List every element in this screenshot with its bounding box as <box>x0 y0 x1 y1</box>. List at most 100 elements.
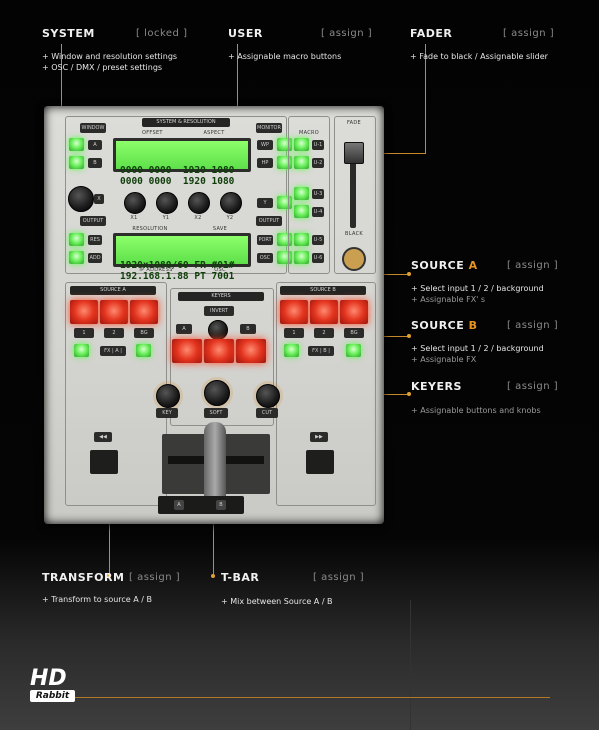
knob-y2[interactable] <box>220 192 242 214</box>
knob-y1[interactable] <box>156 192 178 214</box>
indicator-a: A <box>174 500 184 510</box>
tbar-handle[interactable] <box>204 422 226 506</box>
macro-label: MACRO <box>298 130 320 136</box>
knob-x1[interactable] <box>124 192 146 214</box>
source-b-label-1: 1 <box>284 328 304 338</box>
select-knob[interactable] <box>68 186 94 212</box>
keyer-button-3[interactable] <box>236 339 266 363</box>
lcd-display-top: 0000 0000 1920 1080 0000 0000 1920 1080 <box>113 138 251 187</box>
transform-tag: [ assign ] <box>129 572 181 583</box>
monitor-button[interactable]: MONITOR <box>256 123 282 133</box>
tbar-title: T-BAR <box>221 571 260 584</box>
source-b-fx-button-right[interactable] <box>346 344 361 357</box>
aspect-label: ASPECT <box>203 130 225 136</box>
invert-button[interactable]: INVERT <box>204 306 234 316</box>
macro-button-3[interactable] <box>294 187 309 200</box>
user-desc: + Assignable macro buttons <box>228 52 342 61</box>
macro-button-2[interactable] <box>294 156 309 169</box>
source-b-fx-button-left[interactable] <box>284 344 299 357</box>
knob-label-x2: X2 <box>194 215 202 221</box>
window-button[interactable]: WINDOW <box>80 123 106 133</box>
button-wp-label: WP <box>257 140 273 150</box>
keyers-label-a: A <box>176 324 192 334</box>
keyers-label-b: B <box>240 324 256 334</box>
keyers-tag: [ assign ] <box>507 381 559 392</box>
source-a-input-2[interactable] <box>100 300 128 324</box>
source-b-input-bg[interactable] <box>340 300 368 324</box>
system-header: SYSTEM & RESOLUTION <box>142 118 230 127</box>
knob-x2[interactable] <box>188 192 210 214</box>
output-button[interactable]: OUTPUT <box>80 216 106 226</box>
keyer-button-1[interactable] <box>172 339 202 363</box>
user-tag: [ assign ] <box>321 28 373 39</box>
ip-address-label: IP ADDRESS <box>139 267 173 273</box>
system-tag: [ locked ] <box>136 28 188 39</box>
button-add-label: ADD <box>88 253 102 263</box>
source-b-input-2[interactable] <box>310 300 338 324</box>
tbar-tag: [ assign ] <box>313 572 365 583</box>
source-b-fx-label: FX | B | <box>308 346 334 356</box>
macro-button-1[interactable] <box>294 138 309 151</box>
macro-label-2: U-2 <box>312 158 324 168</box>
save-label: SAVE <box>212 226 228 232</box>
button-y-label: Y <box>257 198 273 208</box>
soft-knob-label: SOFT <box>204 408 228 418</box>
source-b-label-bg: BG <box>344 328 364 338</box>
source-a-fx-label: FX | A | <box>100 346 126 356</box>
button-res-label: RES <box>88 235 102 245</box>
source-b-title: SOURCE B <box>411 319 478 332</box>
output-button-right[interactable]: OUTPUT <box>256 216 282 226</box>
macro-button-4[interactable] <box>294 205 309 218</box>
source-a-fx-button-left[interactable] <box>74 344 89 357</box>
osc-label: OSC <box>214 267 226 273</box>
source-a-input-bg[interactable] <box>130 300 158 324</box>
button-hp-label: HP <box>257 158 273 168</box>
logo-hd: HD <box>30 666 67 691</box>
fader-title: FADER <box>410 27 453 40</box>
source-b-desc: + Select input 1 / 2 / background + Assig… <box>411 344 544 364</box>
key-knob-label: KEY <box>156 408 178 418</box>
keyer-button-2[interactable] <box>204 339 234 363</box>
transform-a-icon[interactable]: ◀◀ <box>94 432 112 442</box>
cut-knob-label: CUT <box>256 408 278 418</box>
source-a-fx-button-right[interactable] <box>136 344 151 357</box>
system-title: SYSTEM <box>42 27 95 40</box>
indicator-b: B <box>216 500 226 510</box>
source-b-tag: [ assign ] <box>507 320 559 331</box>
key-knob[interactable] <box>156 384 180 408</box>
fader-handle[interactable] <box>344 142 364 164</box>
hd-rabbit-badge-icon <box>342 247 366 271</box>
macro-button-5[interactable] <box>294 233 309 246</box>
button-add[interactable] <box>69 251 84 264</box>
source-a-label-bg: BG <box>134 328 154 338</box>
keyers-desc: + Assignable buttons and knobs <box>411 406 541 415</box>
keyers-title: KEYERS <box>411 380 462 393</box>
fader-desc: + Fade to black / Assignable slider <box>410 52 548 61</box>
source-a-desc: + Select input 1 / 2 / background + Assig… <box>411 284 544 304</box>
controller-device: SYSTEM & RESOLUTION WINDOW MONITOR OFFSE… <box>44 106 384 524</box>
source-b-input-1[interactable] <box>280 300 308 324</box>
macro-label-1: U-1 <box>312 140 324 150</box>
keyers-label: KEYERS <box>178 292 264 301</box>
button-res[interactable] <box>69 233 84 246</box>
macro-label-6: U-6 <box>312 253 324 263</box>
source-b-label-2: 2 <box>314 328 334 338</box>
button-a[interactable] <box>69 138 84 151</box>
keyers-select-knob[interactable] <box>208 320 228 340</box>
user-title: USER <box>228 27 263 40</box>
button-b-label: B <box>88 158 102 168</box>
knob-label-y1: Y1 <box>162 215 170 221</box>
hd-rabbit-logo: HD Rabbit <box>30 668 75 704</box>
button-port-label: PORT <box>257 235 273 245</box>
button-b[interactable] <box>69 156 84 169</box>
macro-button-6[interactable] <box>294 251 309 264</box>
source-a-input-1[interactable] <box>70 300 98 324</box>
transform-a-button[interactable] <box>90 450 118 474</box>
soft-knob[interactable] <box>204 380 230 406</box>
transform-b-button[interactable] <box>306 450 334 474</box>
macro-label-4: U-4 <box>312 207 324 217</box>
lcd-display-bottom: 1920x1080/60 FR #01# 192.168.1.88 PT 7001 <box>113 233 251 282</box>
transform-b-icon[interactable]: ▶▶ <box>310 432 328 442</box>
cut-knob[interactable] <box>256 384 280 408</box>
system-desc: + Window and resolution settings + OSC / … <box>42 52 178 72</box>
